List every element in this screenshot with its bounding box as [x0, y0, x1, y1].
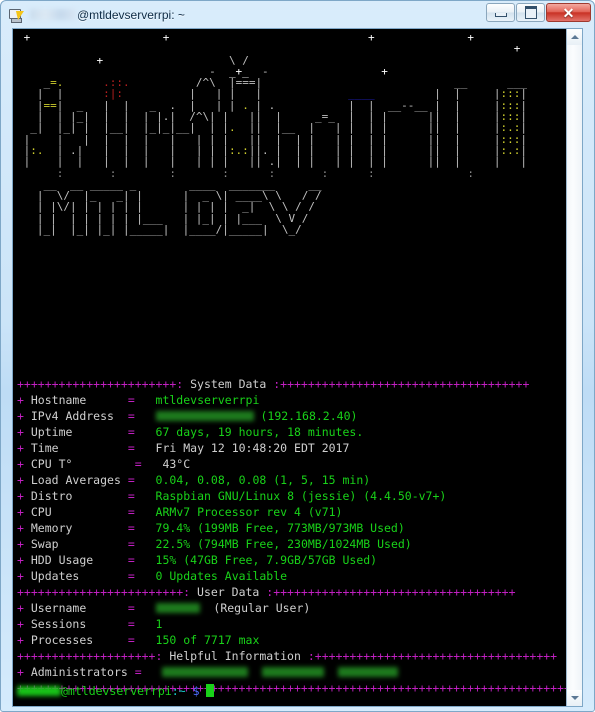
- prompt-symbol: $: [192, 684, 200, 698]
- row-label: Load Averages: [30, 473, 121, 487]
- row-label: Memory: [30, 521, 73, 535]
- row-label: CPU T°: [30, 457, 73, 471]
- minimize-icon: [494, 13, 507, 17]
- redacted-value: [155, 603, 200, 613]
- row-memory: + Memory = 79.4% (199MB Free, 773MB/973M…: [17, 521, 405, 535]
- row-label: IPv4 Address: [30, 409, 114, 423]
- prompt-line[interactable]: @mtldevserverrpi:~ $: [17, 683, 215, 699]
- row-value: 22.5% (794MB Free, 230MB/1024MB Used): [155, 537, 412, 551]
- row-label: Administrators: [30, 665, 128, 679]
- redacted-prompt-user: [17, 686, 61, 696]
- terminal-window: @mtldevserverrpi: ~ ✕ + + + + + + \ / - …: [0, 0, 595, 712]
- close-icon: ✕: [562, 4, 575, 21]
- row-sessions: + Sessions = 1: [17, 617, 163, 631]
- row-swap: + Swap = 22.5% (794MB Free, 230MB/1024MB…: [17, 537, 412, 551]
- row-distro: + Distro = Raspbian GNU/Linux 8 (jessie)…: [17, 489, 447, 503]
- row-label: HDD Usage: [30, 553, 94, 567]
- row-label: Processes: [30, 633, 94, 647]
- section-title-user: User Data: [197, 585, 260, 599]
- terminal-area[interactable]: + + + + + + \ / - _+_ - + _=. .::. /^\ |…: [12, 28, 583, 707]
- row-label: Time: [30, 441, 59, 455]
- row-value: 150 of 7717 max: [155, 633, 260, 647]
- row-cpu: + CPU = ARMv7 Processor rev 4 (v71): [17, 505, 343, 519]
- terminal-screen[interactable]: + + + + + + \ / - _+_ - + _=. .::. /^\ |…: [13, 29, 566, 706]
- row-time: + Time = Fri May 12 10:48:20 EDT 2017: [17, 441, 350, 455]
- putty-icon: [8, 7, 24, 23]
- redacted-value: [262, 667, 325, 677]
- ascii-logo: __ __ _____ _ ____ _______ __ | \/ |_ _|…: [36, 177, 322, 237]
- row-updates: + Updates = 0 Updates Available: [17, 569, 288, 583]
- row-value: Fri May 12 10:48:20 EDT 2017: [155, 441, 350, 455]
- section-separator-user: ++++++++++++++++++++++++: User Data :+++…: [17, 585, 516, 599]
- row-value: 79.4% (199MB Free, 773MB/973MB Used): [155, 521, 405, 535]
- row-processes: + Processes = 150 of 7717 max: [17, 633, 260, 647]
- system-info-block: +++++++++++++++++++++++: System Data :++…: [17, 376, 566, 696]
- window-controls[interactable]: ✕: [486, 3, 591, 22]
- row-label: Sessions: [30, 617, 87, 631]
- row-label: Swap: [30, 537, 59, 551]
- redacted-username: [30, 9, 76, 20]
- row-cpu-temperature: + CPU T° = 43°C: [17, 457, 191, 471]
- section-separator-system: +++++++++++++++++++++++: System Data :++…: [17, 377, 530, 391]
- row-value: (192.168.2.40): [260, 409, 358, 423]
- scroll-up-button[interactable]: [567, 29, 582, 45]
- row-username: + Username = (Regular User): [17, 601, 311, 615]
- row-value: 67 days, 19 hours, 18 minutes.: [155, 425, 364, 439]
- row-value: 0 Updates Available: [155, 569, 288, 583]
- maximize-button[interactable]: [516, 3, 545, 22]
- row-hdd-usage: + HDD Usage = 15% (47GB Free, 7.9GB/57GB…: [17, 553, 378, 567]
- chevron-up-icon: [570, 35, 579, 39]
- section-title-system: System Data: [190, 377, 267, 391]
- row-value: 1: [155, 617, 163, 631]
- row-administrators: + Administrators =: [17, 664, 566, 680]
- title-bar[interactable]: @mtldevserverrpi: ~ ✕: [1, 1, 594, 28]
- row-load-averages: + Load Averages = 0.04, 0.08, 0.08 (1, 5…: [17, 473, 371, 487]
- row-label: CPU: [30, 505, 52, 519]
- row-label: Username: [30, 601, 87, 615]
- prompt-path: :~: [171, 684, 186, 698]
- row-uptime: + Uptime = 67 days, 19 hours, 18 minutes…: [17, 425, 364, 439]
- row-label: Uptime: [30, 425, 73, 439]
- row-value: ARMv7 Processor rev 4 (v71): [155, 505, 343, 519]
- shell-prompt[interactable]: @mtldevserverrpi:~ $: [17, 683, 215, 699]
- row-value: mtldevserverrpi: [155, 393, 260, 407]
- row-value: (Regular User): [213, 601, 311, 615]
- ascii-skyline: + + + + + + \ / - _+_ - + _=. .::. /^\ |…: [23, 31, 528, 180]
- row-value: Raspbian GNU/Linux 8 (jessie) (4.4.50-v7…: [155, 489, 447, 503]
- close-button[interactable]: ✕: [546, 3, 591, 22]
- text-cursor: [206, 684, 215, 697]
- row-value: 15% (47GB Free, 7.9GB/57GB Used): [155, 553, 378, 567]
- redacted-value: [155, 411, 254, 421]
- row-label: Updates: [30, 569, 80, 583]
- redacted-value: [338, 667, 399, 677]
- window-status-strip: [1, 705, 594, 711]
- window-title: @mtldevserverrpi: ~: [30, 8, 185, 22]
- row-value: 0.04, 0.08, 0.08 (1, 5, 15 min): [155, 473, 371, 487]
- redacted-value: [162, 667, 249, 677]
- section-title-helpful: Helpful Information: [169, 649, 301, 663]
- row-label: Hostname: [30, 393, 87, 407]
- section-separator-helpful: ++++++++++++++++++++: Helpful Informatio…: [17, 649, 558, 663]
- row-label: Distro: [30, 489, 73, 503]
- window-title-text: @mtldevserverrpi: ~: [77, 7, 185, 22]
- chevron-down-icon: [570, 696, 579, 700]
- terminal-scrollbar[interactable]: [566, 29, 582, 706]
- prompt-host: @mtldevserverrpi: [61, 684, 172, 698]
- minimize-button[interactable]: [486, 3, 515, 22]
- row-ipv4-address: + IPv4 Address = (192.168.2.40): [17, 409, 358, 423]
- scroll-down-button[interactable]: [567, 690, 582, 706]
- row-hostname: + Hostname = mtldevserverrpi: [17, 393, 260, 407]
- row-value: 43°C: [162, 457, 191, 471]
- maximize-icon: [524, 6, 537, 19]
